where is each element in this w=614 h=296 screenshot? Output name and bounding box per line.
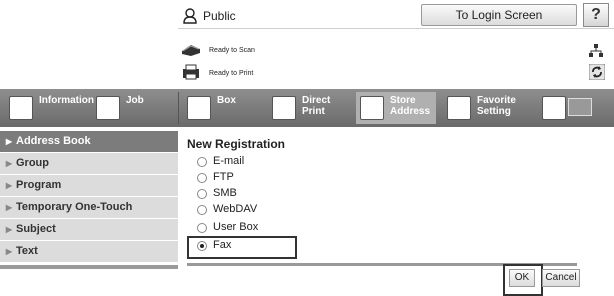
arrow-right-icon: ▶ bbox=[5, 203, 13, 212]
fax-highlight-frame bbox=[187, 236, 297, 259]
job-icon bbox=[96, 96, 120, 120]
option-label: SMB bbox=[213, 187, 237, 199]
sidebar-item-label: Text bbox=[16, 245, 38, 257]
favorite-setting-icon bbox=[447, 96, 471, 120]
user-label: Public bbox=[203, 9, 236, 23]
ok-button[interactable]: OK bbox=[509, 269, 535, 287]
scanner-icon bbox=[182, 45, 200, 56]
print-status: Ready to Print bbox=[209, 70, 254, 77]
tab-favorite-setting-label-2: Setting bbox=[477, 106, 511, 117]
information-icon bbox=[9, 96, 33, 120]
tab-information[interactable]: Information bbox=[5, 92, 94, 124]
scan-status: Ready to Scan bbox=[209, 47, 255, 54]
radio-button[interactable] bbox=[197, 223, 207, 233]
tab-box-label: Box bbox=[217, 95, 236, 106]
arrow-right-icon: ▶ bbox=[5, 181, 13, 190]
cancel-button[interactable]: Cancel bbox=[542, 269, 580, 287]
arrow-right-icon: ▶ bbox=[5, 159, 13, 168]
radio-button[interactable] bbox=[197, 173, 207, 183]
sidebar-item-label: Group bbox=[16, 157, 49, 169]
tab-store-address[interactable]: Store Address bbox=[356, 92, 436, 124]
tab-job[interactable]: Job bbox=[92, 92, 172, 124]
tab-settings-shortcut[interactable] bbox=[538, 92, 594, 124]
store-address-icon bbox=[360, 96, 384, 120]
tab-direct-print-label: Direct Print bbox=[302, 95, 331, 117]
option-label: WebDAV bbox=[213, 203, 258, 215]
tab-direct-print[interactable]: Direct Print bbox=[268, 92, 353, 124]
help-button[interactable]: ? bbox=[583, 3, 609, 27]
sidebar-item-temporary-one-touch[interactable]: ▶ Temporary One-Touch bbox=[0, 197, 178, 219]
panel-icon bbox=[568, 98, 592, 116]
sidebar-item-subject[interactable]: ▶ Subject bbox=[0, 219, 178, 241]
arrow-right-icon: ▶ bbox=[5, 225, 13, 234]
printer-icon bbox=[183, 64, 199, 80]
sidebar-item-program[interactable]: ▶ Program bbox=[0, 175, 178, 197]
box-icon bbox=[187, 96, 211, 120]
radio-button[interactable] bbox=[197, 157, 207, 167]
tab-store-address-label-1: Store bbox=[390, 95, 416, 106]
refresh-icon[interactable] bbox=[589, 64, 605, 80]
tab-favorite-setting-label-1: Favorite bbox=[477, 95, 516, 106]
sidebar-item-label: Subject bbox=[16, 223, 56, 235]
sidebar-item-label: Program bbox=[16, 179, 62, 191]
arrow-right-icon: ▶ bbox=[5, 247, 13, 256]
arrow-right-icon: ▶ bbox=[5, 137, 13, 146]
network-icon bbox=[589, 44, 603, 57]
login-screen-button[interactable]: To Login Screen bbox=[421, 4, 577, 26]
radio-button[interactable] bbox=[197, 205, 207, 215]
direct-print-icon bbox=[272, 96, 296, 120]
sidebar-item-label: Address Book bbox=[16, 135, 91, 147]
page-title: New Registration bbox=[187, 137, 286, 151]
gear-box-icon bbox=[542, 96, 566, 120]
sidebar-item-label: Temporary One-Touch bbox=[16, 201, 133, 213]
user-icon bbox=[183, 8, 197, 24]
tab-favorite-setting[interactable]: Favorite Setting bbox=[443, 92, 529, 124]
tab-job-label: Job bbox=[126, 95, 144, 106]
option-label: User Box bbox=[213, 221, 259, 233]
sidebar-item-group[interactable]: ▶ Group bbox=[0, 153, 178, 175]
tab-store-address-label-2: Address bbox=[390, 106, 431, 117]
sidebar-item-text[interactable]: ▶ Text bbox=[0, 241, 178, 263]
option-label: FTP bbox=[213, 171, 234, 183]
tab-information-label: Information bbox=[39, 95, 94, 106]
tab-box[interactable]: Box bbox=[183, 92, 263, 124]
header-divider bbox=[178, 28, 614, 29]
option-label: E-mail bbox=[213, 155, 245, 167]
sidebar-item-address-book[interactable]: ▶ Address Book bbox=[0, 131, 178, 153]
radio-button[interactable] bbox=[197, 189, 207, 199]
sidebar-divider bbox=[0, 265, 178, 269]
